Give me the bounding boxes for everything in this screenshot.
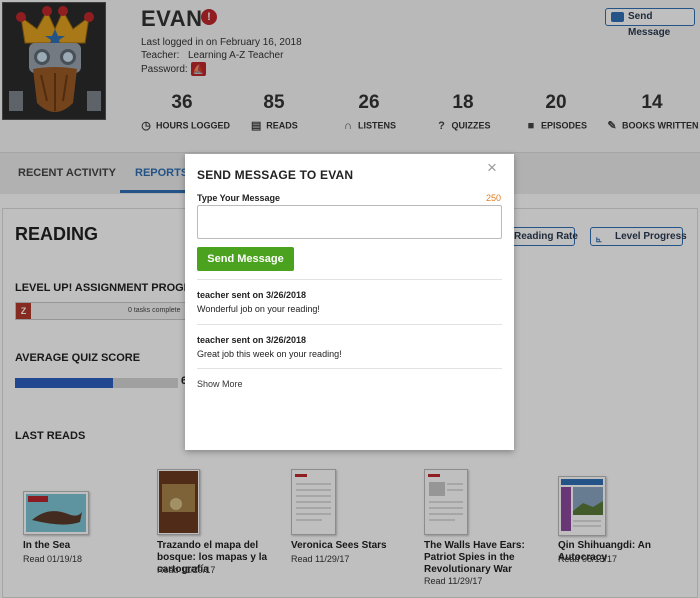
message-header: teacher sent on 3/26/2018 <box>197 335 307 345</box>
send-message-modal: SEND MESSAGE TO EVAN × Type Your Message… <box>185 154 514 450</box>
message-body: Great job this week on your reading! <box>197 349 342 359</box>
divider <box>197 368 502 369</box>
modal-title: SEND MESSAGE TO EVAN <box>197 168 354 182</box>
close-icon[interactable]: × <box>487 158 497 178</box>
message-body: Wonderful job on your reading! <box>197 304 320 314</box>
message-header: teacher sent on 3/26/2018 <box>197 290 307 300</box>
message-input[interactable] <box>197 205 502 239</box>
character-count: 250 <box>486 193 502 203</box>
send-message-submit-button[interactable]: Send Message <box>197 247 294 271</box>
divider <box>197 279 502 280</box>
show-more-link[interactable]: Show More <box>197 379 243 389</box>
message-input-label: Type Your Message <box>197 193 281 203</box>
divider <box>197 324 502 325</box>
